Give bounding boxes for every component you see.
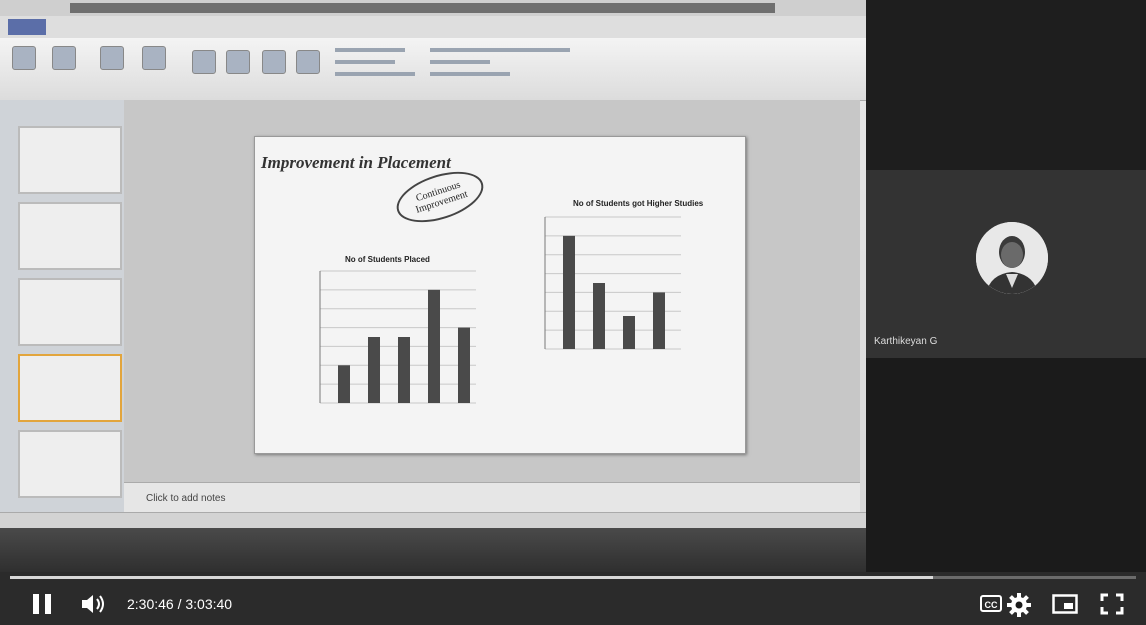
notes-placeholder: Click to add notes xyxy=(146,493,226,504)
subtitles-button[interactable]: CC xyxy=(980,595,1002,612)
fullscreen-icon xyxy=(1100,593,1124,615)
slide-thumbnail xyxy=(18,430,122,498)
participant-name: Karthikeyan G xyxy=(874,336,938,347)
slide-thumbnail xyxy=(18,278,122,346)
chart-bar xyxy=(458,327,470,403)
participant-avatar xyxy=(976,222,1048,294)
volume-button[interactable] xyxy=(80,591,110,617)
chart-bar xyxy=(368,337,380,403)
slide-stage: Improvement in Placement Continuous Impr… xyxy=(124,100,860,482)
slide: Improvement in Placement Continuous Impr… xyxy=(254,136,746,454)
slide-thumbnail xyxy=(18,126,122,194)
shared-screen: Improvement in Placement Continuous Impr… xyxy=(0,0,866,572)
chart-bar xyxy=(623,316,635,349)
participant-tile: Karthikeyan G xyxy=(866,170,1146,358)
taskbar xyxy=(0,528,866,572)
miniplayer-icon xyxy=(1052,594,1078,614)
participant-panel: Karthikeyan G xyxy=(866,0,1146,572)
chart-bar xyxy=(398,337,410,403)
chart-bar xyxy=(428,289,440,403)
chart-bar xyxy=(338,365,350,403)
chart-bar xyxy=(593,283,605,349)
chart-bar xyxy=(563,235,575,349)
miniplayer-button[interactable] xyxy=(1052,594,1078,614)
window-title-bar xyxy=(0,0,866,17)
seek-bar-played xyxy=(10,576,934,579)
slide-thumbnail xyxy=(18,354,122,422)
ribbon xyxy=(0,38,866,101)
volume-icon xyxy=(82,595,104,613)
seek-bar[interactable] xyxy=(10,576,1136,579)
time-display: 2:30:46 / 3:03:40 xyxy=(127,596,233,612)
chart-title-higher-studies: No of Students got Higher Studies xyxy=(573,199,704,208)
fullscreen-button[interactable] xyxy=(1100,593,1124,615)
notes-pane: Click to add notes xyxy=(124,482,860,513)
chart-bar xyxy=(653,292,665,349)
slide-thumbnails xyxy=(0,100,125,513)
higher-studies-chart xyxy=(544,216,681,350)
slide-thumbnail xyxy=(18,202,122,270)
gear-icon xyxy=(1007,593,1031,617)
chart-title-placed: No of Students Placed xyxy=(345,255,430,264)
video-player[interactable]: Improvement in Placement Continuous Impr… xyxy=(0,0,1146,625)
status-bar xyxy=(0,512,866,529)
player-controls: 2:30:46 / 3:03:40 CC xyxy=(0,583,1146,625)
pause-button[interactable] xyxy=(30,591,54,617)
placed-chart xyxy=(319,270,476,404)
file-tab xyxy=(8,19,46,35)
slide-title: Improvement in Placement xyxy=(261,153,451,172)
ribbon-tabs xyxy=(0,16,866,39)
settings-button[interactable] xyxy=(1006,592,1032,618)
